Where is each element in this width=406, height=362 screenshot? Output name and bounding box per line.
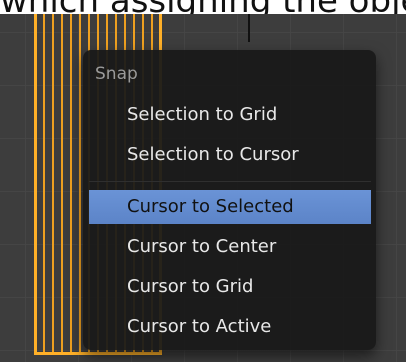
menu-item-cursor-to-grid[interactable]: Cursor to Grid	[89, 270, 371, 304]
menu-item-selection-to-cursor[interactable]: Selection to Cursor	[89, 138, 371, 172]
wireframe-edge-left	[34, 14, 37, 355]
menu-item-label: Cursor to Center	[127, 236, 277, 257]
menu-item-cursor-to-active[interactable]: Cursor to Active	[89, 310, 371, 344]
menu-item-label: Selection to Cursor	[127, 144, 299, 165]
menu-item-label: Selection to Grid	[127, 104, 278, 125]
menu-item-label: Cursor to Selected	[127, 196, 294, 217]
3d-viewport[interactable]: Snap Selection to Grid Selection to Curs…	[0, 14, 406, 362]
menu-item-label: Cursor to Grid	[127, 276, 254, 297]
cursor-line	[248, 14, 250, 42]
menu-separator	[89, 181, 371, 182]
menu-item-cursor-to-center[interactable]: Cursor to Center	[89, 230, 371, 264]
wireframe-edge-bottom	[34, 352, 162, 355]
menu-item-cursor-to-selected[interactable]: Cursor to Selected	[89, 190, 371, 224]
menu-title: Snap	[95, 64, 138, 84]
menu-item-selection-to-grid[interactable]: Selection to Grid	[89, 98, 371, 132]
snap-menu: Snap Selection to Grid Selection to Curs…	[83, 50, 376, 350]
menu-item-label: Cursor to Active	[127, 316, 272, 337]
